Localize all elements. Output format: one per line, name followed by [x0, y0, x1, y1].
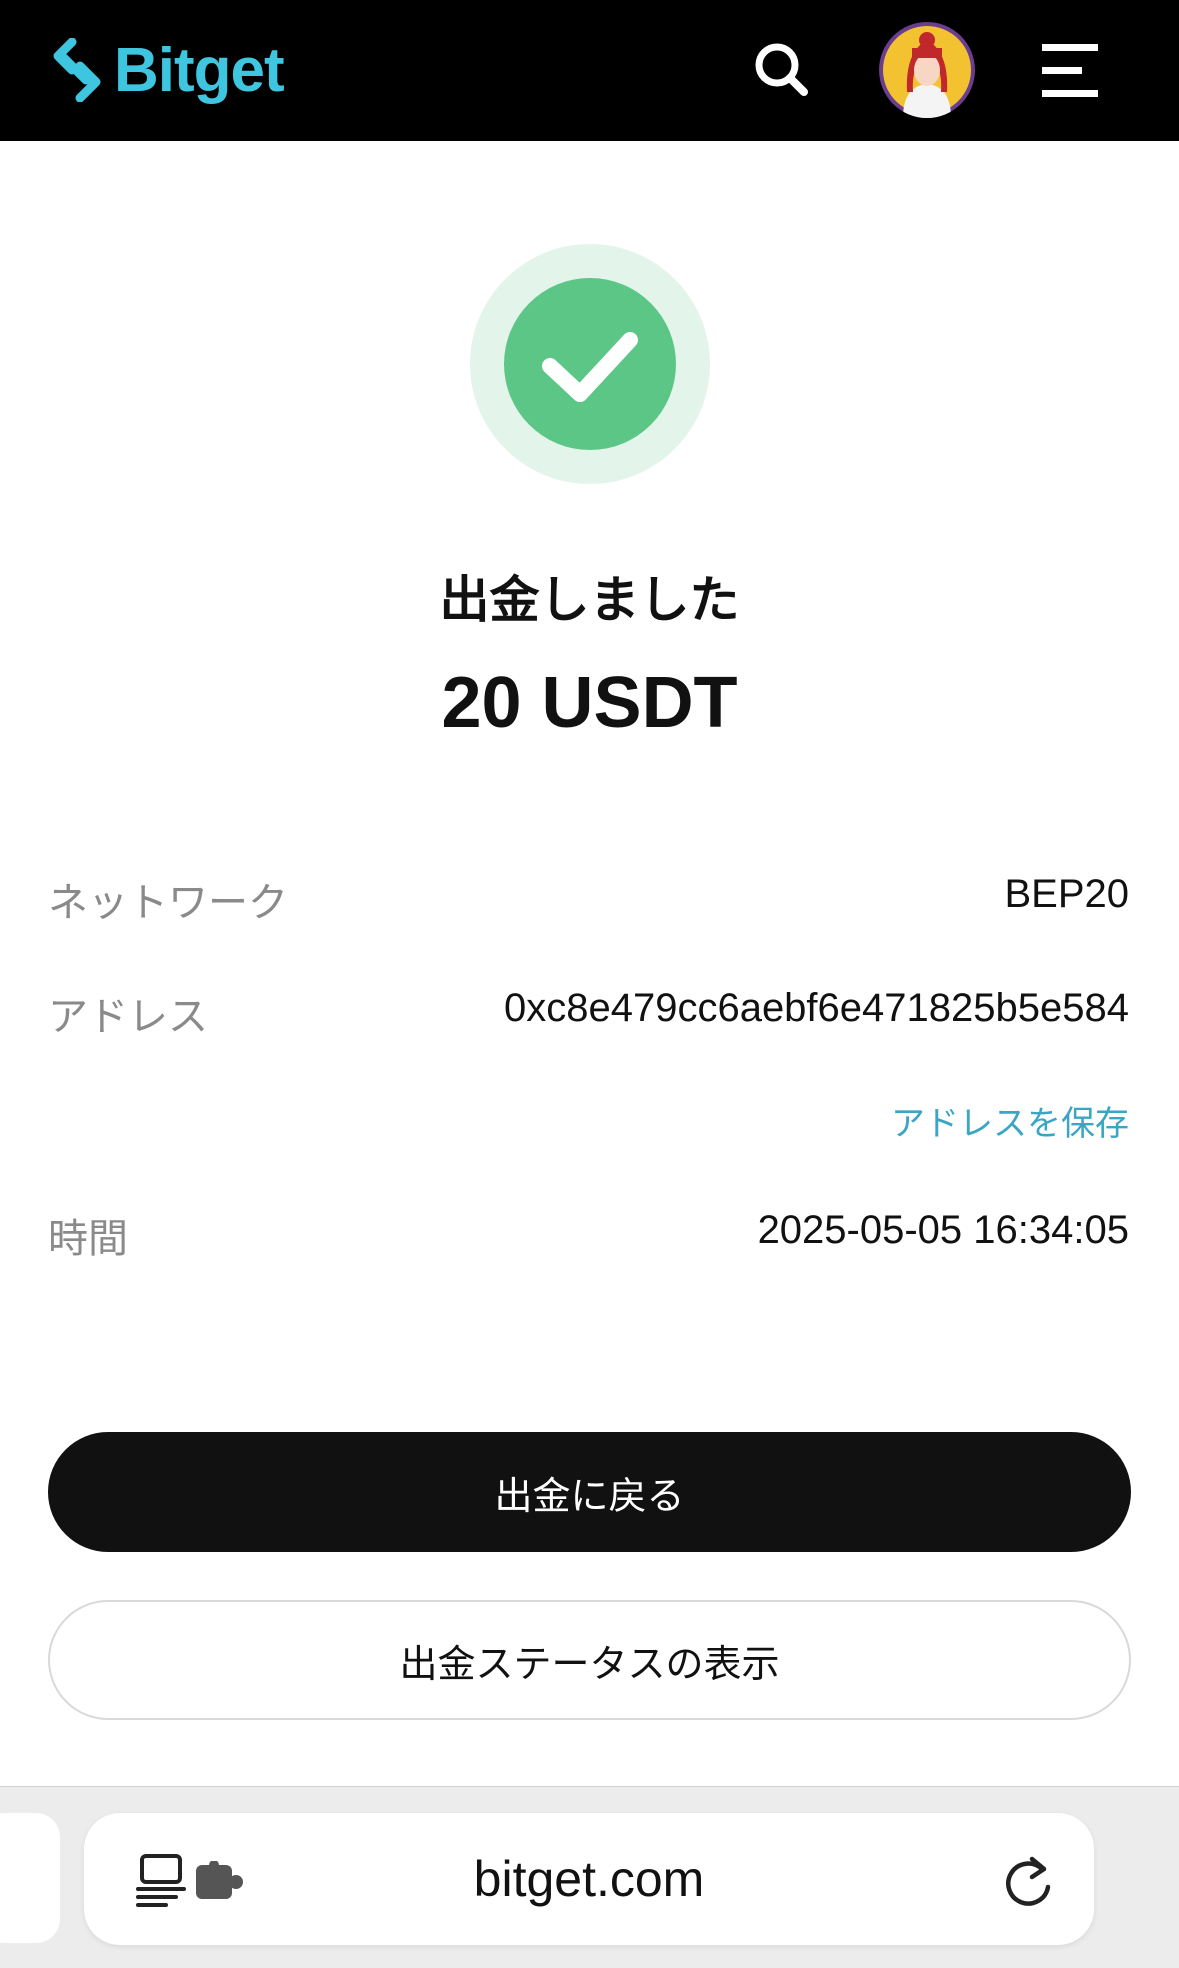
bitget-logo-icon	[53, 38, 101, 102]
avatar[interactable]	[879, 22, 975, 118]
avatar-image	[883, 26, 971, 118]
view-withdrawal-status-label: 出金ステータスの表示	[399, 1641, 780, 1686]
time-label: 時間	[48, 1216, 128, 1262]
result-title: 出金しました	[439, 571, 740, 629]
address-bar[interactable]: bitget.com	[84, 1813, 1094, 1945]
menu-icon[interactable]	[1042, 44, 1098, 98]
back-to-withdraw-button[interactable]: 出金に戻る	[48, 1432, 1131, 1552]
browser-toolbar: bitget.com	[0, 1786, 1179, 1968]
withdrawal-complete-page: Bitget 出金しました 20 USDT ネットワーク BEP20 アドレス …	[0, 0, 1179, 1968]
reload-icon[interactable]	[1002, 1853, 1054, 1909]
top-nav-bar: Bitget	[0, 0, 1179, 141]
address-value: 0xc8e479cc6aebf6e471825b5e584	[503, 986, 1129, 1030]
brand-name: Bitget	[114, 35, 285, 105]
view-withdrawal-status-button[interactable]: 出金ステータスの表示	[48, 1600, 1131, 1720]
url-text: bitget.com	[473, 1851, 705, 1907]
withdrawal-amount: 20 USDT	[441, 663, 738, 743]
search-icon[interactable]	[752, 40, 812, 100]
network-value: BEP20	[1004, 872, 1129, 916]
address-label: アドレス	[48, 994, 208, 1040]
check-circle-icon	[470, 244, 710, 484]
network-label: ネットワーク	[48, 880, 288, 926]
time-value: 2025-05-05 16:34:05	[757, 1208, 1129, 1252]
back-to-withdraw-label: 出金に戻る	[494, 1473, 685, 1518]
save-address-link[interactable]: アドレスを保存	[891, 1096, 1129, 1145]
bitget-logo[interactable]: Bitget	[50, 30, 285, 110]
previous-tab[interactable]	[0, 1813, 60, 1943]
